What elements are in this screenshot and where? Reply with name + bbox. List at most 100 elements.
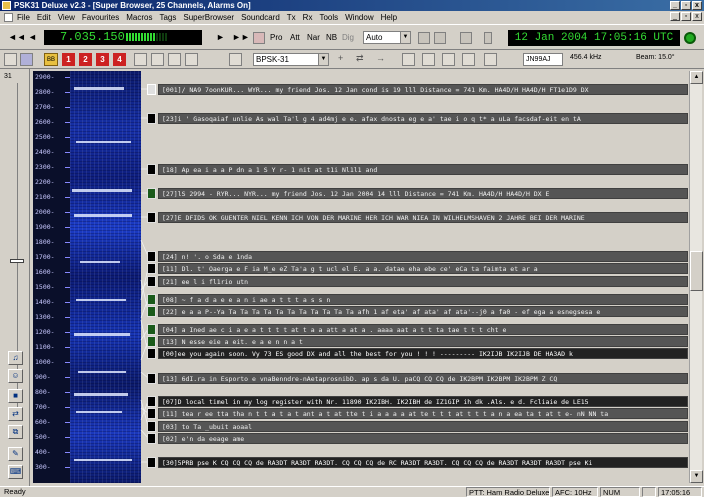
channel-row[interactable]: [08] ~ f a d a e e a n i ae a t t t a s … bbox=[144, 294, 688, 305]
menu-edit[interactable]: Edit bbox=[37, 13, 51, 22]
channel-indicator[interactable] bbox=[147, 433, 156, 444]
mdi-close-button[interactable]: x bbox=[692, 12, 702, 21]
zoom-icon[interactable] bbox=[185, 53, 198, 66]
memory-icon[interactable] bbox=[460, 32, 472, 44]
menu-favourites[interactable]: Favourites bbox=[82, 13, 119, 22]
menu-help[interactable]: Help bbox=[381, 13, 397, 22]
settings-icon[interactable] bbox=[229, 53, 242, 66]
window-icon[interactable] bbox=[134, 53, 147, 66]
channel-row[interactable]: [21] ee l i fl1rio utn bbox=[144, 276, 688, 287]
menu-superbrowser[interactable]: SuperBrowser bbox=[183, 13, 234, 22]
list-icon[interactable] bbox=[402, 53, 415, 66]
channel-indicator[interactable] bbox=[147, 188, 156, 199]
channel-indicator[interactable] bbox=[147, 336, 156, 347]
channel-row[interactable]: [23]i ' Gasoqaiaf unlie As wal Ta'l g 4 … bbox=[144, 113, 688, 124]
locator-field[interactable]: JN99AJ bbox=[523, 53, 563, 66]
arrows-icon[interactable]: ⇄ bbox=[356, 53, 369, 66]
rewind-button[interactable]: ◄◄ bbox=[8, 32, 26, 42]
channel-button-1[interactable]: 1 bbox=[62, 53, 75, 66]
channel-indicator[interactable] bbox=[147, 212, 156, 223]
power-icon[interactable] bbox=[684, 32, 696, 44]
channel-indicator[interactable] bbox=[147, 396, 156, 407]
channel-indicator[interactable] bbox=[147, 457, 156, 468]
swap-icon[interactable]: ⇄ bbox=[8, 407, 23, 421]
channel-row[interactable]: [02] e'n da eeage ame bbox=[144, 433, 688, 444]
menu-tags[interactable]: Tags bbox=[159, 13, 176, 22]
channel-row[interactable]: [30]5PRB pse K CQ CQ CQ de RA3DT RA3DT R… bbox=[144, 457, 688, 468]
scroll-thumb[interactable] bbox=[690, 251, 703, 291]
channel-indicator[interactable] bbox=[147, 84, 156, 95]
mdi-restore-button[interactable]: ▫ bbox=[681, 12, 691, 21]
channel-row[interactable]: [03] to Ta _ubuit aoaal bbox=[144, 421, 688, 432]
copy-icon[interactable]: ⧉ bbox=[8, 425, 23, 439]
menu-window[interactable]: Window bbox=[345, 13, 373, 22]
close-button[interactable]: x bbox=[692, 1, 702, 10]
channel-indicator[interactable] bbox=[147, 164, 156, 175]
att-button[interactable]: Att bbox=[290, 33, 300, 42]
tune-icon[interactable] bbox=[434, 32, 446, 44]
channel-row[interactable]: [13] 6dI.ra in Esporto e vnaBenndre-nAet… bbox=[144, 373, 688, 384]
filter-icon[interactable] bbox=[418, 32, 430, 44]
maximize-button[interactable]: ▫ bbox=[681, 1, 691, 10]
menu-tools[interactable]: Tools bbox=[319, 13, 338, 22]
channel-row[interactable]: [00]ee you again soon. Vy 73 ES good DX … bbox=[144, 348, 688, 359]
channel-indicator[interactable] bbox=[147, 251, 156, 262]
channel-row[interactable]: [22] e a a P--Ya Ta Ta Ta Ta Ta Ta Ta Ta… bbox=[144, 306, 688, 317]
channel-indicator[interactable] bbox=[147, 294, 156, 305]
upload-icon[interactable] bbox=[422, 53, 435, 66]
agc-select[interactable]: Auto ▼ bbox=[363, 31, 411, 44]
up-down-icon[interactable] bbox=[484, 32, 492, 44]
channel-indicator[interactable] bbox=[147, 373, 156, 384]
channel-indicator[interactable] bbox=[147, 306, 156, 317]
spectrum-waterfall[interactable] bbox=[70, 71, 141, 483]
channel-row[interactable]: [11] tea r ee tta tha n t t a t a t ant … bbox=[144, 408, 688, 419]
scroll-up-icon[interactable]: ▲ bbox=[690, 71, 703, 84]
save-icon[interactable] bbox=[462, 53, 475, 66]
channel-row[interactable]: [04] a Ined ae c i a e a t t t t at t a … bbox=[144, 324, 688, 335]
edit-icon[interactable]: ✎ bbox=[8, 447, 23, 461]
waterfall-display[interactable]: 2900- 2800- 2700- 2600- 2500- 2400- 2300… bbox=[33, 71, 141, 483]
menu-view[interactable]: View bbox=[58, 13, 75, 22]
keyboard-icon[interactable]: ⌨ bbox=[8, 465, 23, 479]
menu-file[interactable]: File bbox=[17, 13, 30, 22]
channel-row[interactable]: [11] Dl. t' Oaerga e F ia M_e eZ Ta'a g … bbox=[144, 263, 688, 274]
chevron-down-icon[interactable]: ▼ bbox=[400, 32, 410, 43]
channel-row[interactable]: [27]lS 2994 - RYR... NYR... my friend Jo… bbox=[144, 188, 688, 199]
menu-rx[interactable]: Rx bbox=[303, 13, 313, 22]
download-icon[interactable] bbox=[442, 53, 455, 66]
menu-macros[interactable]: Macros bbox=[126, 13, 152, 22]
level-slider[interactable] bbox=[10, 259, 24, 263]
alarm-icon[interactable]: ♫ bbox=[8, 351, 23, 365]
channel-indicator[interactable] bbox=[147, 276, 156, 287]
channel-row[interactable]: [07]D local timel in my log register wit… bbox=[144, 396, 688, 407]
menu-soundcard[interactable]: Soundcard bbox=[241, 13, 280, 22]
fastforward-button[interactable]: ►► bbox=[232, 32, 250, 42]
mdi-minimize-button[interactable]: _ bbox=[670, 12, 680, 21]
mode-select[interactable]: BPSK-31 ▼ bbox=[253, 53, 329, 66]
dig-button[interactable]: Dig bbox=[342, 33, 354, 42]
channel-row[interactable]: [27]E DFIDS OK GUENTER NIEL KENN ICH VON… bbox=[144, 212, 688, 223]
play-button[interactable]: ► bbox=[216, 32, 225, 42]
scroll-down-icon[interactable]: ▼ bbox=[690, 470, 703, 483]
channel-row[interactable]: [24] n! '. o Sda e 1nda bbox=[144, 251, 688, 262]
bb-button[interactable]: BB bbox=[44, 53, 58, 66]
forward-icon[interactable]: → bbox=[376, 53, 389, 66]
title-bar[interactable]: PSK31 Deluxe v2.3 - [Super Browser, 25 C… bbox=[0, 0, 704, 11]
channel-button-4[interactable]: 4 bbox=[113, 53, 126, 66]
vertical-scrollbar[interactable]: ▲ ▼ bbox=[689, 71, 703, 483]
tx-icon[interactable]: ■ bbox=[8, 389, 23, 403]
channel-row[interactable]: [13] N esse eie a eit. e a e n n a t bbox=[144, 336, 688, 347]
nb-button[interactable]: NB bbox=[326, 33, 337, 42]
frequency-display[interactable]: 7.035.150 bbox=[44, 30, 202, 45]
bars-icon[interactable] bbox=[20, 53, 33, 66]
menu-tx[interactable]: Tx bbox=[287, 13, 296, 22]
channel-row[interactable]: [18] Ap ea i a a P dn a 1 S Y r- 1 nit a… bbox=[144, 164, 688, 175]
channel-button-2[interactable]: 2 bbox=[79, 53, 92, 66]
channel-indicator[interactable] bbox=[147, 348, 156, 359]
minimize-button[interactable]: _ bbox=[670, 1, 680, 10]
channel-row[interactable]: [001]/ NA9 7oonKUR... WYR... my friend J… bbox=[144, 84, 688, 95]
table-icon[interactable] bbox=[484, 53, 497, 66]
channel-indicator[interactable] bbox=[147, 113, 156, 124]
back-button[interactable]: ◄ bbox=[28, 32, 37, 42]
chevron-down-icon[interactable]: ▼ bbox=[318, 54, 328, 65]
